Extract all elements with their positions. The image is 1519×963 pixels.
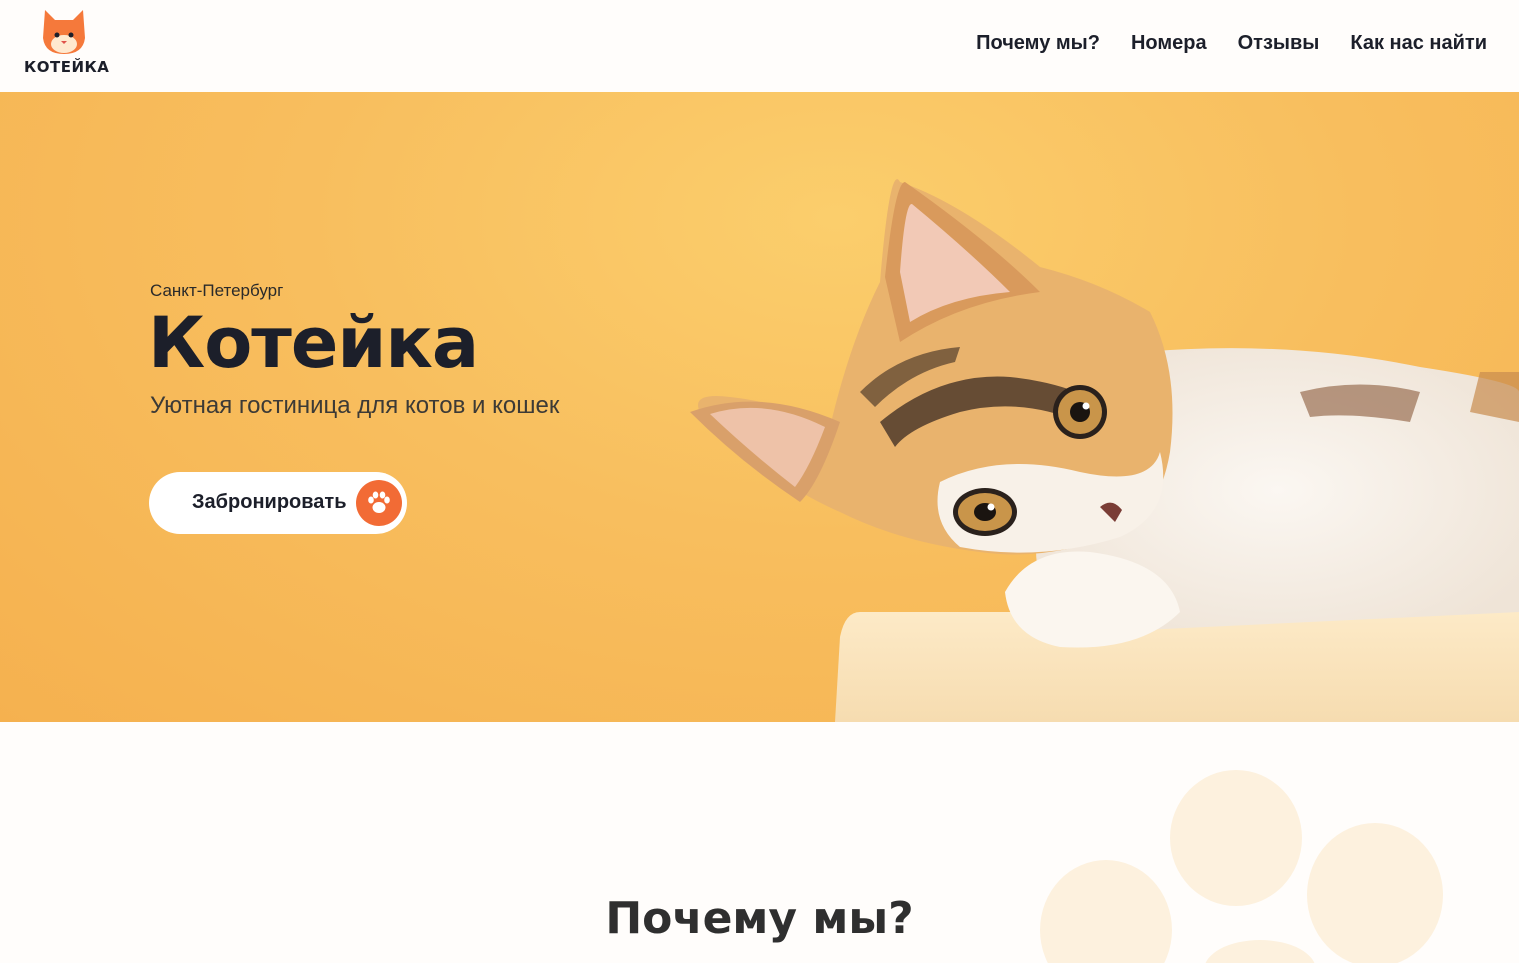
book-button[interactable]: Забронировать — [149, 472, 407, 534]
hero-section: Санкт-Петербург Котейка Уютная гостиница… — [0, 92, 1519, 722]
why-us-title: Почему мы? — [605, 893, 914, 944]
nav-link-reviews[interactable]: Отзывы — [1238, 32, 1320, 55]
hero-title: Котейка — [148, 302, 479, 384]
main-nav: Почему мы? Номера Отзывы Как нас найти — [976, 32, 1487, 55]
nav-link-why[interactable]: Почему мы? — [976, 32, 1100, 55]
nav-link-rooms[interactable]: Номера — [1131, 32, 1207, 55]
logo[interactable]: КОТЕЙКА — [22, 8, 110, 80]
logo-text: КОТЕЙКА — [24, 58, 110, 76]
book-button-label: Забронировать — [192, 491, 347, 513]
cat-head-icon — [43, 10, 85, 54]
nav-link-location[interactable]: Как нас найти — [1350, 32, 1487, 55]
paw-icon — [368, 491, 390, 513]
paw-badge — [356, 480, 402, 526]
hero-subtitle: Уютная гостиница для котов и кошек — [150, 392, 560, 419]
site-header: КОТЕЙКА Почему мы? Номера Отзывы Как нас… — [0, 0, 1519, 92]
hero-city: Санкт-Петербург — [150, 281, 284, 300]
